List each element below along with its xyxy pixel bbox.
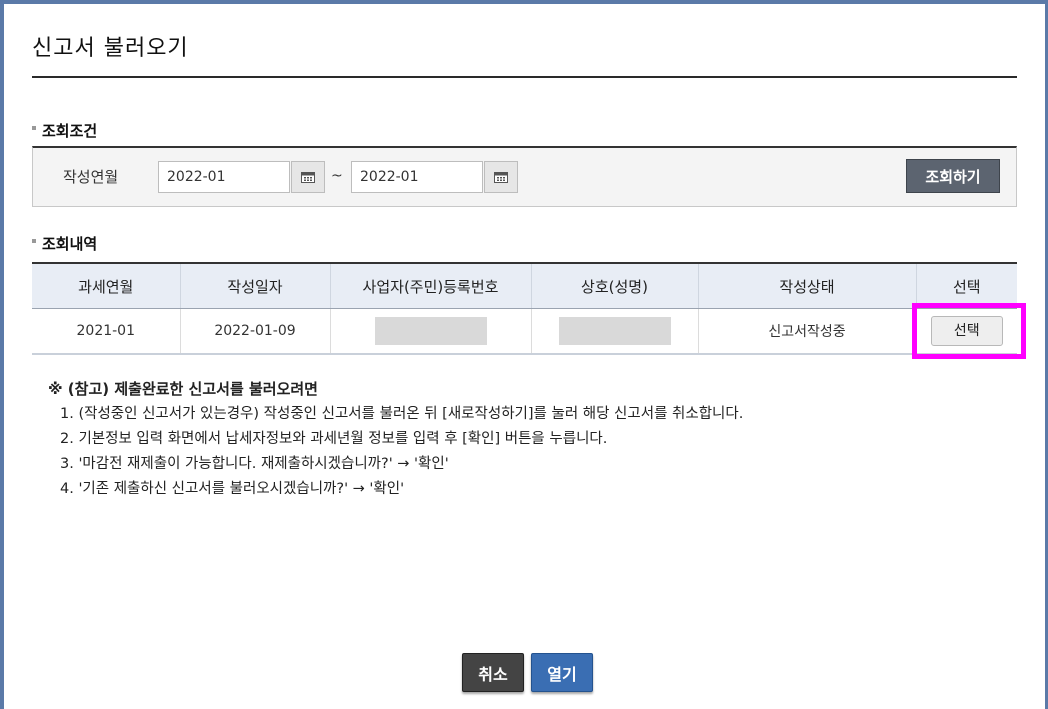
column-header-select: 선택 xyxy=(916,263,1017,309)
note-title: ※ (참고) 제출완료한 신고서를 불러오려면 xyxy=(48,380,318,398)
cell-created-date: 2022-01-09 xyxy=(180,308,331,355)
table-header-row: 과세연월 작성일자 사업자(주민)등록번호 상호(성명) 작성상태 선택 xyxy=(32,263,1017,309)
from-calendar-button[interactable] xyxy=(291,161,325,193)
note-step: 4. '기존 제출하신 신고서를 불러오시겠습니까?' → '확인' xyxy=(60,481,405,497)
cancel-button[interactable]: 취소 xyxy=(462,653,524,692)
calendar-icon xyxy=(301,172,315,183)
cell-period: 2021-01 xyxy=(32,308,181,355)
to-month-input[interactable] xyxy=(351,161,483,193)
range-separator: ~ xyxy=(331,168,343,184)
date-range-label: 작성연월 xyxy=(63,168,119,186)
cell-registration-number xyxy=(330,308,532,355)
column-header-period: 과세연월 xyxy=(32,263,181,309)
select-row-button[interactable]: 선택 xyxy=(930,316,1003,346)
cell-status: 신고서작성중 xyxy=(698,308,917,355)
open-button[interactable]: 열기 xyxy=(531,653,593,692)
column-header-status: 작성상태 xyxy=(698,263,917,309)
search-section-heading: 조회조건 xyxy=(32,120,97,141)
column-header-business-name: 상호(성명) xyxy=(531,263,699,309)
title-divider xyxy=(32,76,1017,78)
masked-registration-number xyxy=(374,317,487,345)
search-panel: 작성연월 ~ 조회하기 xyxy=(32,146,1017,207)
bullet-icon xyxy=(32,125,36,130)
calendar-icon xyxy=(494,172,508,183)
to-calendar-button[interactable] xyxy=(484,161,518,193)
bullet-icon xyxy=(32,238,36,243)
masked-business-name xyxy=(558,317,671,345)
note-steps: 1. (작성중인 신고서가 있는경우) 작성중인 신고서를 불러온 뒤 [새로작… xyxy=(48,402,743,502)
from-month-input[interactable] xyxy=(158,161,290,193)
results-section-heading: 조회내역 xyxy=(32,233,97,254)
column-header-registration-number: 사업자(주민)등록번호 xyxy=(330,263,532,309)
reference-note: ※ (참고) 제출완료한 신고서를 불러오려면 1. (작성중인 신고서가 있는… xyxy=(48,377,743,502)
dialog-title: 신고서 불러오기 xyxy=(32,36,189,61)
cell-business-name xyxy=(531,308,699,355)
search-button[interactable]: 조회하기 xyxy=(906,159,1000,193)
column-header-created-date: 작성일자 xyxy=(180,263,331,309)
results-section-title: 조회내역 xyxy=(42,235,98,253)
table-row: 2021-01 2022-01-09 신고서작성중 선택 xyxy=(32,308,1017,355)
note-step: 2. 기본정보 입력 화면에서 납세자정보와 과세년월 정보를 입력 후 [확인… xyxy=(60,431,608,447)
search-section-title: 조회조건 xyxy=(42,122,98,140)
note-step: 1. (작성중인 신고서가 있는경우) 작성중인 신고서를 불러온 뒤 [새로작… xyxy=(60,406,744,422)
note-step: 3. '마감전 재제출이 가능합니다. 재제출하시겠습니까?' → '확인' xyxy=(60,456,449,472)
cell-select: 선택 xyxy=(916,308,1017,355)
results-table: 과세연월 작성일자 사업자(주민)등록번호 상호(성명) 작성상태 선택 202… xyxy=(32,262,1017,355)
